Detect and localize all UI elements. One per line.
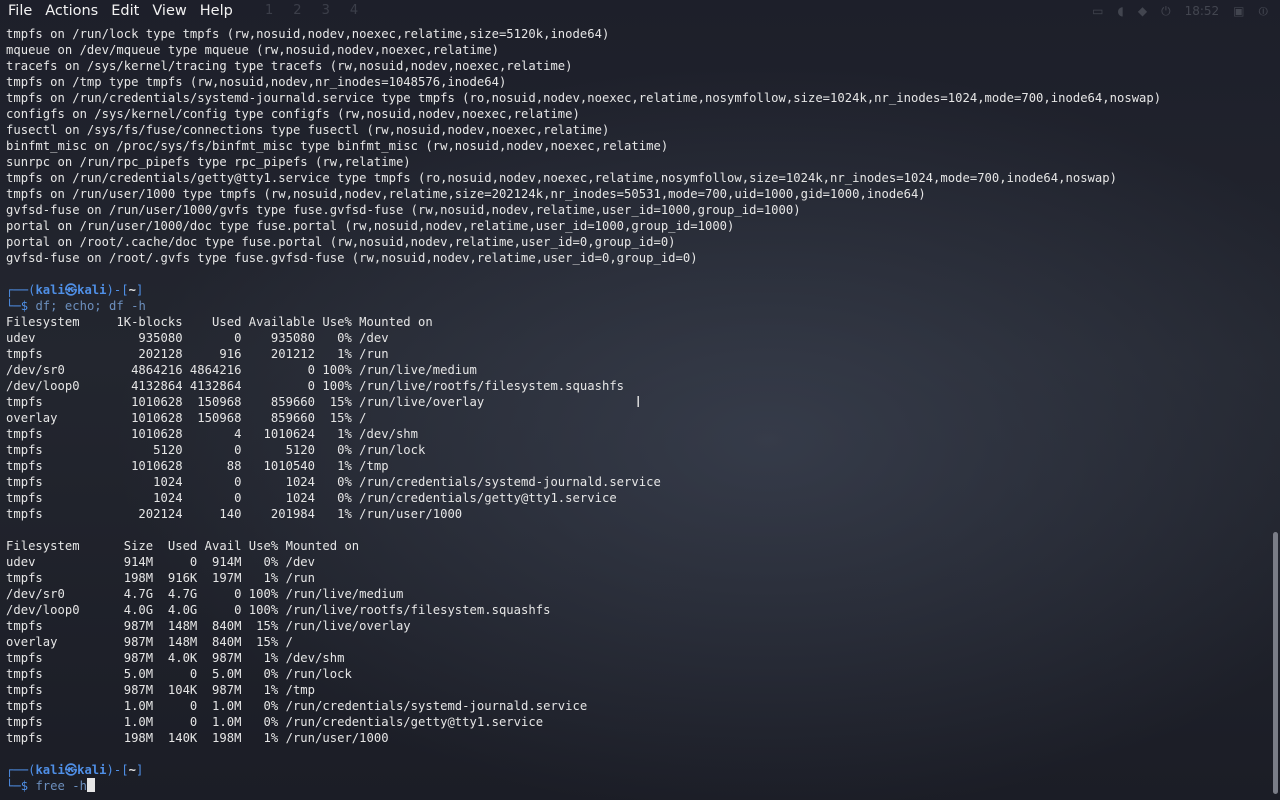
menu-help[interactable]: Help	[192, 3, 238, 19]
df-row: /dev/sr0 4864216 4864216 0 100% /run/liv…	[6, 363, 477, 377]
df-h-row: udev 914M 0 914M 0% /dev	[6, 555, 316, 569]
mount-line: tracefs on /sys/kernel/tracing type trac…	[6, 59, 573, 73]
mount-line: tmpfs on /run/credentials/getty@tty1.ser…	[6, 171, 1117, 185]
scrollbar-thumb[interactable]	[1273, 532, 1278, 794]
prompt-host: kali	[77, 763, 107, 777]
df-row: tmpfs 1010628 150968 859660 15% /run/liv…	[6, 395, 485, 409]
df-h-row: overlay 987M 148M 840M 15% /	[6, 635, 293, 649]
df-row: Filesystem 1K-blocks Used Available Use%…	[6, 315, 433, 329]
prompt-dir: ~	[128, 763, 136, 777]
prompt-host: kali	[77, 283, 107, 297]
prompt-user: kali	[35, 283, 65, 297]
df-row: tmpfs 1024 0 1024 0% /run/credentials/sy…	[6, 475, 661, 489]
df-h-output: Filesystem Size Used Avail Use% Mounted …	[0, 538, 1268, 746]
df-h-row: tmpfs 198M 916K 197M 1% /run	[6, 571, 316, 585]
terminal-menubar: File Actions Edit View Help	[0, 0, 1280, 22]
mount-line: portal on /run/user/1000/doc type fuse.p…	[6, 219, 735, 233]
mount-line: binfmt_misc on /proc/sys/fs/binfmt_misc …	[6, 139, 669, 153]
df-h-row: tmpfs 198M 140K 198M 1% /run/user/1000	[6, 731, 389, 745]
df-h-row: Filesystem Size Used Avail Use% Mounted …	[6, 539, 360, 553]
prompt-at: ㉿	[64, 283, 78, 297]
ibeam-cursor-icon: I	[636, 393, 641, 411]
mount-line: tmpfs on /run/lock type tmpfs (rw,nosuid…	[6, 27, 610, 41]
prompt-user: kali	[35, 763, 65, 777]
command-input-line[interactable]: └─$ free -h	[0, 778, 1268, 794]
mount-line: portal on /root/.cache/doc type fuse.por…	[6, 235, 676, 249]
df-row: tmpfs 1010628 4 1010624 1% /dev/shm	[6, 427, 419, 441]
df-row: tmpfs 1010628 88 1010540 1% /tmp	[6, 459, 389, 473]
df-h-row: tmpfs 987M 4.0K 987M 1% /dev/shm	[6, 651, 345, 665]
df-row: tmpfs 202128 916 201212 1% /run	[6, 347, 389, 361]
df-h-row: tmpfs 1.0M 0 1.0M 0% /run/credentials/sy…	[6, 699, 588, 713]
df-row: tmpfs 202124 140 201984 1% /run/user/100…	[6, 507, 463, 521]
df-h-row: tmpfs 1.0M 0 1.0M 0% /run/credentials/ge…	[6, 715, 544, 729]
df-h-row: tmpfs 987M 148M 840M 15% /run/live/overl…	[6, 619, 411, 633]
df-h-row: tmpfs 5.0M 0 5.0M 0% /run/lock	[6, 667, 352, 681]
menu-file[interactable]: File	[0, 3, 37, 19]
df-row: tmpfs 5120 0 5120 0% /run/lock	[6, 443, 426, 457]
mount-line: tmpfs on /run/credentials/systemd-journa…	[6, 91, 1162, 105]
mount-output: tmpfs on /run/lock type tmpfs (rw,nosuid…	[0, 26, 1268, 266]
prompt-line: ┌──(kali㉿kali)-[~]	[6, 763, 144, 777]
df-row: overlay 1010628 150968 859660 15% /	[6, 411, 367, 425]
mount-line: gvfsd-fuse on /run/user/1000/gvfs type f…	[6, 203, 801, 217]
df-output: Filesystem 1K-blocks Used Available Use%…	[0, 314, 1268, 522]
mount-line: fusectl on /sys/fs/fuse/connections type…	[6, 123, 610, 137]
mount-line: gvfsd-fuse on /root/.gvfs type fuse.gvfs…	[6, 251, 698, 265]
text-cursor	[86, 778, 95, 792]
prompt-at: ㉿	[64, 763, 78, 777]
df-row: udev 935080 0 935080 0% /dev	[6, 331, 389, 345]
menu-edit[interactable]: Edit	[103, 3, 144, 19]
command-input[interactable]: free -h	[35, 779, 87, 793]
prompt-line: ┌──(kali㉿kali)-[~]	[6, 283, 144, 297]
command-text: df; echo; df -h	[35, 299, 146, 313]
terminal-output[interactable]: tmpfs on /run/lock type tmpfs (rw,nosuid…	[0, 26, 1268, 800]
df-row: /dev/loop0 4132864 4132864 0 100% /run/l…	[6, 379, 625, 393]
mount-line: mqueue on /dev/mqueue type mqueue (rw,no…	[6, 43, 499, 57]
scrollbar[interactable]	[1270, 26, 1280, 800]
prompt-dir: ~	[128, 283, 136, 297]
df-h-row: /dev/sr0 4.7G 4.7G 0 100% /run/live/medi…	[6, 587, 404, 601]
df-h-row: /dev/loop0 4.0G 4.0G 0 100% /run/live/ro…	[6, 603, 551, 617]
df-row: tmpfs 1024 0 1024 0% /run/credentials/ge…	[6, 491, 617, 505]
mount-line: tmpfs on /tmp type tmpfs (rw,nosuid,node…	[6, 75, 507, 89]
mount-line: tmpfs on /run/user/1000 type tmpfs (rw,n…	[6, 187, 926, 201]
df-h-row: tmpfs 987M 104K 987M 1% /tmp	[6, 683, 316, 697]
mount-line: configfs on /sys/kernel/config type conf…	[6, 107, 580, 121]
command-line: └─$ df; echo; df -h	[6, 299, 146, 313]
mount-line: sunrpc on /run/rpc_pipefs type rpc_pipef…	[6, 155, 411, 169]
menu-actions[interactable]: Actions	[37, 3, 103, 19]
menu-view[interactable]: View	[144, 3, 191, 19]
